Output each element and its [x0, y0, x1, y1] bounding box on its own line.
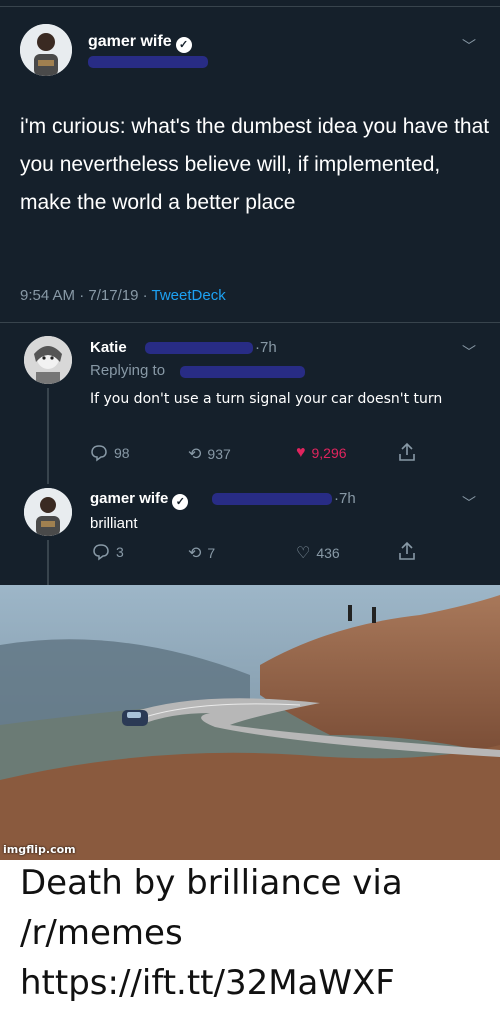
reply2-time: 7h: [339, 490, 356, 507]
reply2-text: brilliant: [90, 515, 138, 532]
tweet-divider: [0, 322, 500, 323]
retweet-icon: ⟲: [188, 545, 202, 562]
tweet-client-link[interactable]: TweetDeck: [152, 287, 226, 304]
like-icon: ♡: [296, 545, 311, 562]
replying-to: Replying to: [90, 362, 165, 379]
author-name[interactable]: gamer wife ✓: [88, 33, 192, 53]
avatar[interactable]: [20, 24, 72, 76]
reply1-avatar-image: [24, 336, 72, 384]
reply1-reply-button[interactable]: 98: [90, 444, 130, 462]
reply-icon: [93, 544, 109, 561]
tweet-date: 7/17/19: [88, 287, 139, 304]
share-icon: [399, 541, 415, 560]
reply1-author-name[interactable]: Katie: [90, 339, 127, 356]
reply1-retweet-button[interactable]: ⟲ 937: [188, 444, 231, 464]
meta-separator: ·: [79, 287, 85, 304]
reply1-like-button[interactable]: ♥ 9,296: [296, 444, 347, 462]
mountain-road-photo: [0, 585, 500, 860]
chevron-down-icon[interactable]: ﹀: [462, 493, 476, 513]
thread-line: [47, 540, 49, 590]
reply2-like-button[interactable]: ♡ 436: [296, 543, 340, 563]
chevron-down-icon[interactable]: ﹀: [462, 342, 476, 362]
like-count: 436: [316, 545, 340, 561]
top-divider: [0, 6, 500, 7]
watermark: imgflip.com: [3, 843, 76, 856]
redacted-handle: [212, 493, 332, 505]
verified-icon: ✓: [175, 37, 192, 53]
reply2-avatar[interactable]: [24, 488, 72, 536]
meta-separator: ·: [142, 287, 148, 304]
avatar-image: [20, 24, 72, 76]
meme-caption: Death by brilliance via /r/memes https:/…: [20, 863, 403, 1003]
reply-icon: [91, 445, 107, 462]
reply2-author-name[interactable]: gamer wife ✓: [90, 490, 189, 510]
tweet-time: 9:54 AM: [20, 287, 76, 304]
reply1-time-group: ·7h: [255, 339, 277, 356]
reply2-time-group: ·7h: [334, 490, 356, 507]
redacted-mention: [180, 366, 305, 378]
reply2-retweet-button[interactable]: ⟲ 7: [188, 543, 215, 563]
share-icon: [399, 442, 415, 461]
author-name-text: gamer wife: [88, 33, 172, 50]
like-count: 9,296: [311, 445, 347, 461]
replying-to-label: Replying to: [90, 362, 166, 379]
tweet-meta: 9:54 AM · 7/17/19 · TweetDeck: [20, 287, 226, 304]
reply2-share-button[interactable]: [398, 541, 416, 561]
reply1-time: 7h: [260, 339, 277, 356]
chevron-down-icon[interactable]: ﹀: [462, 36, 476, 56]
reply-count: 98: [114, 445, 130, 461]
reply2-avatar-image: [24, 488, 72, 536]
retweet-icon: ⟲: [188, 446, 202, 463]
tweet-screenshot: gamer wife ✓ ﹀ i'm curious: what's the du…: [0, 0, 500, 860]
like-icon: ♥: [296, 444, 306, 461]
tweet-text: i'm curious: what's the dumbest idea you…: [20, 115, 490, 214]
redacted-handle: [145, 342, 253, 354]
reply1-share-button[interactable]: [398, 442, 416, 462]
reply1-text: If you don't use a turn signal your car …: [90, 391, 443, 407]
retweet-count: 937: [207, 446, 231, 462]
redacted-handle: [88, 56, 208, 68]
verified-icon: ✓: [172, 494, 189, 510]
reply2-author-name-text: gamer wife: [90, 490, 169, 507]
retweet-count: 7: [207, 545, 216, 561]
reply1-avatar[interactable]: [24, 336, 72, 384]
reply-count: 3: [116, 544, 124, 560]
reply2-reply-button[interactable]: 3: [92, 543, 124, 561]
thread-line: [47, 388, 49, 484]
